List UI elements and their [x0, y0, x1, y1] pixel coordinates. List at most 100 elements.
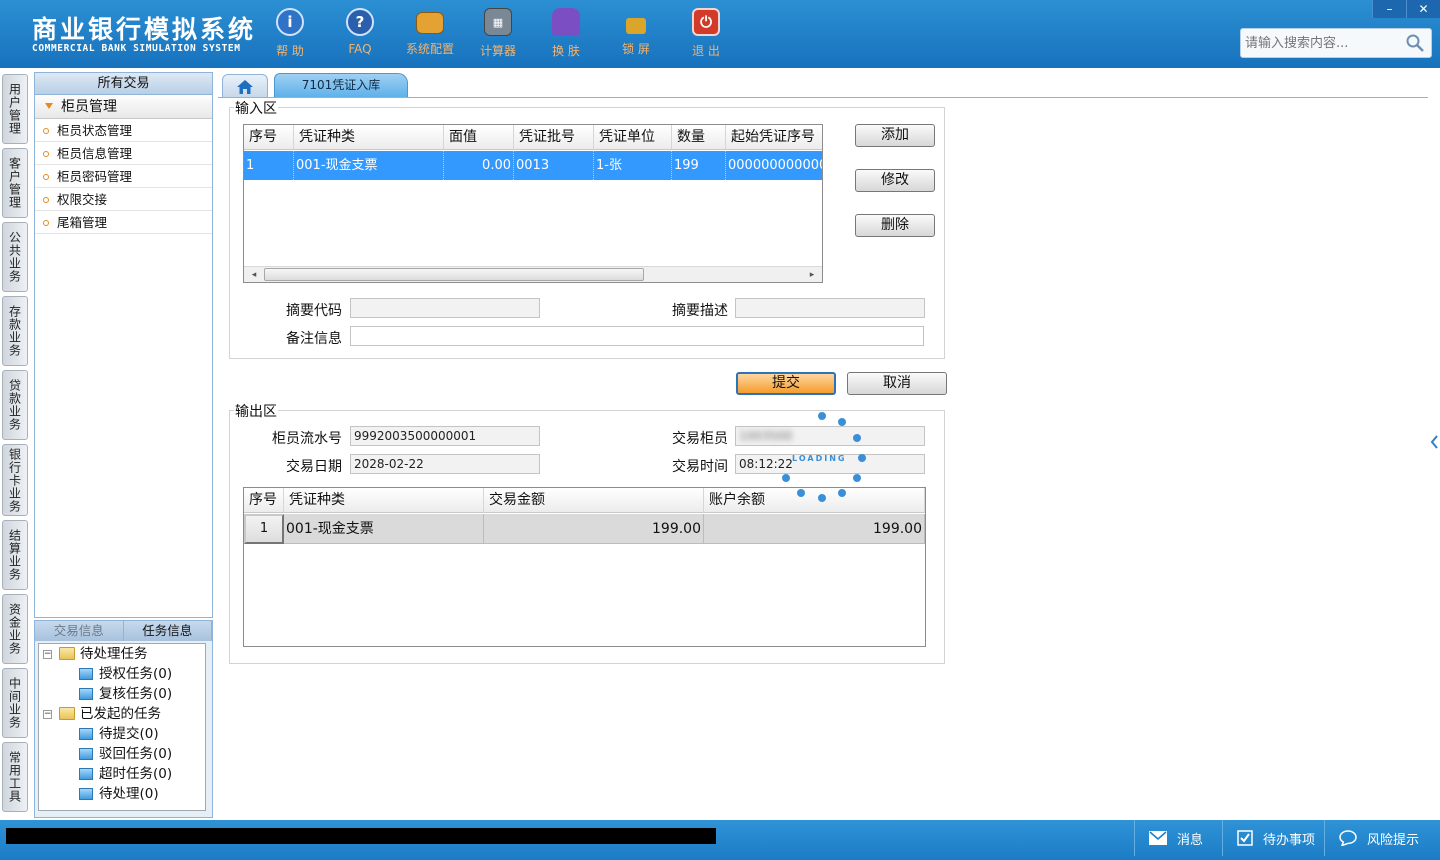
- tree-node-initiated-tasks[interactable]: − 已发起的任务: [39, 704, 205, 724]
- nav-item-teller-status[interactable]: 柜员状态管理: [35, 119, 212, 142]
- task-page-icon: [79, 728, 93, 740]
- tree-node-review-tasks[interactable]: 复核任务(0): [39, 684, 205, 704]
- column-header[interactable]: 交易金额: [484, 488, 704, 513]
- table-cell: 0000000000000001: [726, 151, 822, 180]
- collapse-toggle-icon[interactable]: −: [43, 710, 52, 719]
- side-tab-fund-business[interactable]: 资金业务: [2, 594, 28, 664]
- loading-spinner: LOADING: [780, 412, 870, 504]
- task-page-icon: [79, 688, 93, 700]
- help-button[interactable]: i 帮 助: [260, 8, 320, 62]
- system-config-button[interactable]: 系统配置: [400, 8, 460, 62]
- summary-code-field[interactable]: [350, 298, 540, 318]
- folder-icon: [59, 707, 75, 720]
- table-cell: 199.00: [704, 514, 925, 544]
- task-panel: 交易信息 任务信息 − 待处理任务 授权任务(0) 复核任务(0) − 已发起的…: [34, 620, 213, 818]
- remark-field[interactable]: [350, 326, 924, 346]
- column-header[interactable]: 序号: [244, 125, 294, 150]
- teller-management-group[interactable]: 柜员管理: [35, 95, 212, 119]
- scroll-right-icon[interactable]: ▸: [804, 268, 820, 282]
- column-header[interactable]: 起始凭证序号: [726, 125, 822, 150]
- checkbox-icon: [1237, 830, 1253, 846]
- input-area-legend: 输入区: [234, 98, 278, 118]
- calculator-icon: ▦: [484, 8, 512, 36]
- side-tab-public-business[interactable]: 公共业务: [2, 222, 28, 292]
- column-header[interactable]: 凭证单位: [594, 125, 672, 150]
- teller-serial-field: 9992003500000001: [350, 426, 540, 446]
- horizontal-scrollbar[interactable]: ◂ ▸: [244, 266, 822, 282]
- delete-button[interactable]: 删除: [855, 214, 935, 237]
- column-header[interactable]: 凭证种类: [294, 125, 444, 150]
- spinner-dot: [838, 418, 846, 426]
- tree-node-to-process[interactable]: 待处理(0): [39, 784, 205, 804]
- column-header[interactable]: 凭证批号: [514, 125, 594, 150]
- skin-button[interactable]: 换 肤: [536, 8, 596, 62]
- submit-button[interactable]: 提交: [736, 372, 836, 395]
- scroll-thumb[interactable]: [264, 268, 644, 281]
- column-header[interactable]: 凭证种类: [284, 488, 484, 513]
- side-tab-bank-card-business[interactable]: 银行卡业务: [2, 444, 28, 516]
- nav-item-permission-handover[interactable]: 权限交接: [35, 188, 212, 211]
- side-tab-settlement-business[interactable]: 结算业务: [2, 520, 28, 590]
- tab-task-info[interactable]: 任务信息: [123, 621, 212, 641]
- side-tab-user-management[interactable]: 用户管理: [2, 74, 28, 144]
- bullet-icon: [43, 128, 49, 134]
- minimize-button[interactable]: –: [1372, 0, 1406, 18]
- summary-desc-field[interactable]: [735, 298, 925, 318]
- lock-screen-button[interactable]: 锁 屏: [606, 8, 666, 62]
- tree-node-pending-tasks[interactable]: − 待处理任务: [39, 644, 205, 664]
- tree-node-to-submit[interactable]: 待提交(0): [39, 724, 205, 744]
- chat-bubble-icon: [1339, 830, 1357, 846]
- task-page-icon: [79, 748, 93, 760]
- collapse-right-panel-icon[interactable]: [1428, 420, 1440, 464]
- bullet-icon: [43, 220, 49, 226]
- column-header[interactable]: 面值: [444, 125, 514, 150]
- home-tab[interactable]: [222, 74, 268, 98]
- bullet-icon: [43, 174, 49, 180]
- trade-time-label: 交易时间: [672, 459, 728, 475]
- side-tab-customer-management[interactable]: 客户管理: [2, 148, 28, 218]
- summary-code-label: 摘要代码: [286, 303, 342, 319]
- tab-transaction-info[interactable]: 交易信息: [35, 621, 124, 641]
- risk-alert-button[interactable]: 风险提示: [1324, 820, 1440, 856]
- side-tab-loan-business[interactable]: 贷款业务: [2, 370, 28, 440]
- column-header[interactable]: 序号: [244, 488, 284, 513]
- close-button[interactable]: ✕: [1406, 0, 1440, 18]
- add-button[interactable]: 添加: [855, 124, 935, 147]
- faq-button[interactable]: ? FAQ: [330, 8, 390, 62]
- search-icon[interactable]: [1405, 33, 1425, 53]
- todo-button[interactable]: 待办事项: [1222, 820, 1324, 856]
- column-header[interactable]: 数量: [672, 125, 726, 150]
- folder-icon: [59, 647, 75, 660]
- nav-item-tail-box[interactable]: 尾箱管理: [35, 211, 212, 234]
- cancel-button[interactable]: 取消: [847, 372, 947, 395]
- bullet-icon: [43, 151, 49, 157]
- trade-date-label: 交易日期: [286, 459, 342, 475]
- calculator-button[interactable]: ▦ 计算器: [468, 8, 528, 62]
- spinner-dot: [797, 489, 805, 497]
- messages-button[interactable]: 消息: [1134, 820, 1222, 856]
- summary-desc-label: 摘要描述: [672, 303, 728, 319]
- app-header: 商业银行模拟系统 COMMERCIAL BANK SIMULATION SYST…: [0, 0, 1440, 68]
- tree-node-rejected[interactable]: 驳回任务(0): [39, 744, 205, 764]
- tree-node-auth-tasks[interactable]: 授权任务(0): [39, 664, 205, 684]
- spinner-dot: [782, 474, 790, 482]
- side-tab-common-tools[interactable]: 常用工具: [2, 742, 28, 812]
- nav-item-teller-info[interactable]: 柜员信息管理: [35, 142, 212, 165]
- scroll-left-icon[interactable]: ◂: [246, 268, 262, 282]
- side-tab-deposit-business[interactable]: 存款业务: [2, 296, 28, 366]
- edit-button[interactable]: 修改: [855, 169, 935, 192]
- search-input[interactable]: [1241, 29, 1401, 57]
- spinner-dot: [818, 412, 826, 420]
- collapse-toggle-icon[interactable]: −: [43, 650, 52, 659]
- tab-voucher-stock-in[interactable]: 7101凭证入库: [274, 73, 408, 98]
- tree-node-timeout[interactable]: 超时任务(0): [39, 764, 205, 784]
- all-transactions-header[interactable]: 所有交易: [35, 73, 212, 95]
- voucher-input-table: 序号 凭证种类 面值 凭证批号 凭证单位 数量 起始凭证序号 1 001-现金支…: [243, 124, 823, 283]
- exit-button[interactable]: ⏻ 退 出: [676, 8, 736, 62]
- shirt-icon: [552, 8, 580, 36]
- status-bar: 消息 待办事项 风险提示: [0, 820, 1440, 860]
- toolbox-icon: [416, 12, 444, 34]
- table-row[interactable]: 1 001-现金支票 0.00 0013 1-张 199 00000000000…: [244, 151, 822, 180]
- nav-item-teller-password[interactable]: 柜员密码管理: [35, 165, 212, 188]
- side-tab-intermediary-business[interactable]: 中间业务: [2, 668, 28, 738]
